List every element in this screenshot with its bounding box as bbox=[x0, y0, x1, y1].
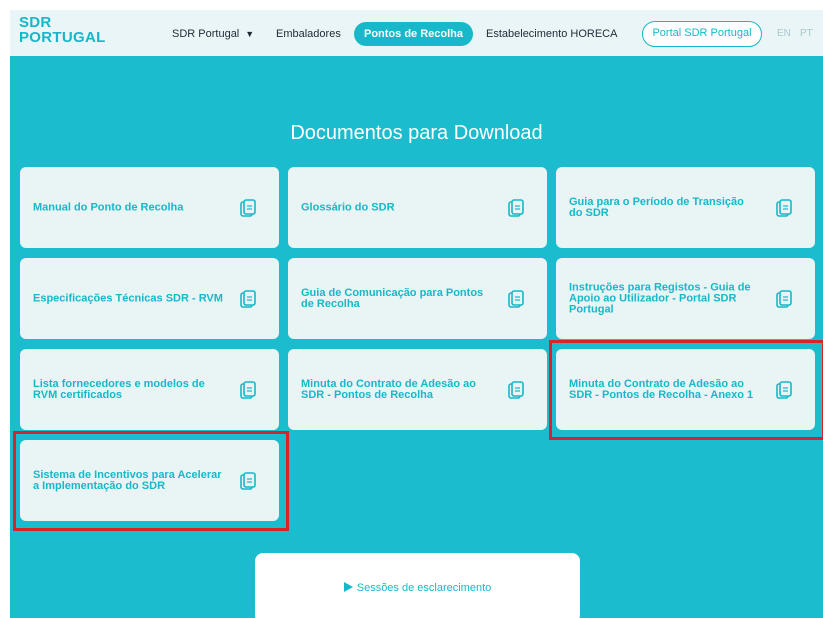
section-title: Documentos para Download bbox=[290, 122, 543, 144]
logo-line-1: SDR bbox=[19, 14, 52, 31]
document-card-manual[interactable]: Manual do Ponto de Recolha bbox=[20, 167, 279, 248]
document-icon bbox=[240, 289, 256, 308]
portal-sdr-portugal-button[interactable]: Portal SDR Portugal bbox=[642, 21, 762, 47]
document-card-glossario[interactable]: Glossário do SDR bbox=[288, 167, 547, 248]
document-card-instrucoes-registos[interactable]: Instruções para Registos - Guia de Apoio… bbox=[556, 258, 815, 339]
nav-sdr-portugal-label: SDR Portugal bbox=[172, 28, 240, 40]
chevron-down-icon: ▼ bbox=[245, 29, 255, 39]
play-icon bbox=[343, 582, 353, 592]
document-icon bbox=[508, 289, 524, 308]
nav-embaladores[interactable]: Embaladores bbox=[276, 22, 341, 46]
document-card-lista-fornecedores[interactable]: Lista fornecedores e modelos de RVM cert… bbox=[20, 349, 279, 430]
document-card-label: Instruções para Registos - Guia de Apoio… bbox=[569, 281, 751, 315]
document-card-label: Guia de Comunicação para Pontos de Recol… bbox=[301, 286, 484, 310]
nav-sdr-portugal-dropdown[interactable]: SDR Portugal ▼ bbox=[172, 22, 254, 46]
document-card-guia-transicao[interactable]: Guia para o Período de Transição do SDR bbox=[556, 167, 815, 248]
sessoes-esclarecimento-button[interactable]: Sessões de esclarecimento bbox=[255, 553, 580, 618]
highlight-box-sistema-incentivos bbox=[13, 431, 289, 531]
top-navbar: SDR PORTUGAL SDR Portugal ▼ Embaladores … bbox=[10, 10, 823, 56]
document-card-label: Especificações Técnicas SDR - RVM bbox=[33, 292, 223, 304]
document-card-label: Guia para o Período de Transição do SDR bbox=[569, 195, 744, 219]
language-pt[interactable]: PT bbox=[800, 22, 813, 46]
document-icon bbox=[508, 198, 524, 217]
highlight-box-anexo-1 bbox=[549, 340, 823, 440]
document-card-minuta-contrato[interactable]: Minuta do Contrato de Adesão ao SDR - Po… bbox=[288, 349, 547, 430]
logo-line-2: PORTUGAL bbox=[19, 29, 106, 46]
document-icon bbox=[776, 289, 792, 308]
document-card-label: Glossário do SDR bbox=[301, 201, 395, 213]
language-en[interactable]: EN bbox=[777, 22, 791, 46]
document-icon bbox=[508, 380, 524, 399]
nav-pontos-de-recolha[interactable]: Pontos de Recolha bbox=[354, 22, 473, 46]
document-card-label: Manual do Ponto de Recolha bbox=[33, 201, 184, 213]
document-icon bbox=[240, 198, 256, 217]
document-card-especificacoes[interactable]: Especificações Técnicas SDR - RVM bbox=[20, 258, 279, 339]
document-card-guia-comunicacao[interactable]: Guia de Comunicação para Pontos de Recol… bbox=[288, 258, 547, 339]
document-icon bbox=[240, 380, 256, 399]
sessoes-esclarecimento-label: Sessões de esclarecimento bbox=[356, 582, 492, 594]
page: SDR PORTUGAL SDR Portugal ▼ Embaladores … bbox=[10, 10, 823, 618]
document-card-label: Lista fornecedores e modelos de RVM cert… bbox=[33, 377, 205, 401]
sdr-portugal-logo[interactable]: SDR PORTUGAL bbox=[19, 15, 106, 45]
nav-estabelecimento-horeca[interactable]: Estabelecimento HORECA bbox=[486, 22, 617, 46]
document-icon bbox=[776, 198, 792, 217]
document-card-label: Minuta do Contrato de Adesão ao SDR - Po… bbox=[301, 377, 476, 401]
